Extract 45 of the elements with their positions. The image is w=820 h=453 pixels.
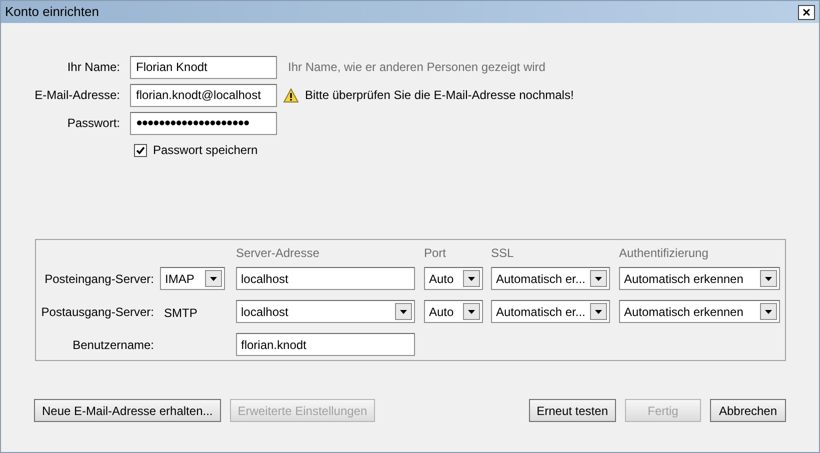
address-field[interactable]: florian.knodt [236,333,415,356]
row-label: Benutzername: [72,336,154,354]
address-dropdown[interactable]: localhost [236,300,415,323]
authentication-dropdown[interactable]: Automatisch erkennen [619,300,780,323]
warning-icon [283,88,299,102]
input-field[interactable]: Florian Knodt [130,56,277,78]
authentication-dropdown[interactable]: Automatisch erkennen [619,267,780,290]
button: Erweiterte Einstellungen [230,399,376,422]
caret-icon [765,310,772,314]
caret-icon [595,310,602,314]
window-title: Konto einrichten [5,3,99,22]
protocol-text: SMTP [163,305,198,322]
checkbox-label: Passwort speichern [153,142,258,159]
port-dropdown[interactable]: Auto [424,300,483,323]
ssl-dropdown[interactable]: Automatisch er... [491,300,610,323]
button[interactable]: Erneut testen [528,399,616,422]
column-header: Authentifizierung [619,244,710,262]
row-label: Posteingang-Server: [44,270,154,288]
field-label: Passwort: [66,115,121,132]
column-header: Port [424,244,448,262]
caret-icon [595,276,602,280]
field-label: Ihr Name: [66,59,121,76]
caret-icon [468,276,475,280]
column-header: Server-Adresse [236,244,320,262]
column-header: SSL [491,244,515,262]
port-dropdown[interactable]: Auto [424,267,483,290]
input-field[interactable]: ●●●●●●●●●●●●●●●●●●●● [130,112,277,134]
close-button[interactable]: × [798,4,815,20]
button[interactable]: Abbrechen [710,399,786,422]
caret-icon [400,310,407,314]
field-label: E-Mail-Adresse: [34,87,121,104]
input-field[interactable]: florian.knodt@localhost [130,84,277,106]
warning-message: Bitte überprüfen Sie die E-Mail-Adresse nochmals! [305,87,574,104]
caret-icon [765,276,772,280]
checkbox[interactable] [134,144,147,156]
caret-icon [468,310,475,314]
button[interactable]: Neue E-Mail-Adresse erhalten... [34,399,221,422]
row-label: Postausgang-Server: [40,304,154,320]
check-icon [136,146,145,154]
address-field[interactable]: localhost [236,267,415,290]
ssl-dropdown[interactable]: Automatisch er... [491,267,610,290]
caret-icon [210,276,217,280]
field-hint: Ihr Name, wie er anderen Personen gezeigt wird [288,59,546,76]
protocol-dropdown[interactable]: IMAP [160,267,225,290]
button: Fertig [625,399,701,422]
